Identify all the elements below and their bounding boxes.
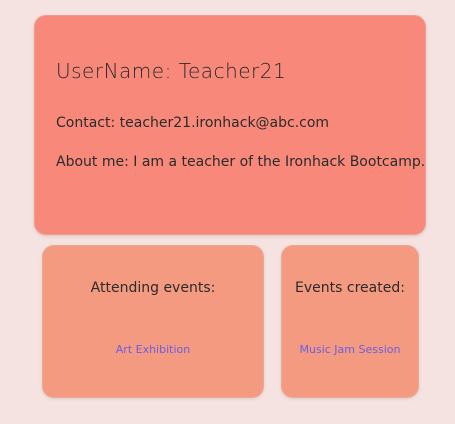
- contact-email: teacher21.ironhack@abc.com: [119, 115, 330, 131]
- contact-line: Contact: teacher21.ironhack@abc.com: [56, 115, 329, 131]
- created-events-card: Events created: Music Jam Session: [281, 245, 419, 398]
- profile-card: UserName: Teacher21 Contact: teacher21.i…: [34, 15, 426, 235]
- about-line: About me: I am a teacher of the Ironhack…: [56, 154, 425, 170]
- about-label: About me:: [56, 154, 129, 170]
- username-line: UserName: Teacher21: [56, 59, 286, 83]
- attending-events-card: Attending events: Art Exhibition: [42, 245, 264, 398]
- contact-label: Contact:: [56, 115, 116, 131]
- username-label: UserName:: [56, 59, 172, 83]
- attending-events-heading: Attending events:: [90, 280, 216, 296]
- created-events-heading: Events created:: [295, 280, 405, 296]
- username-value: Teacher21: [178, 59, 287, 83]
- about-text: I am a teacher of the Ironhack Bootcamp.: [133, 154, 426, 170]
- event-link-art-exhibition[interactable]: Art Exhibition: [43, 343, 263, 356]
- event-link-music-jam-session[interactable]: Music Jam Session: [282, 343, 418, 356]
